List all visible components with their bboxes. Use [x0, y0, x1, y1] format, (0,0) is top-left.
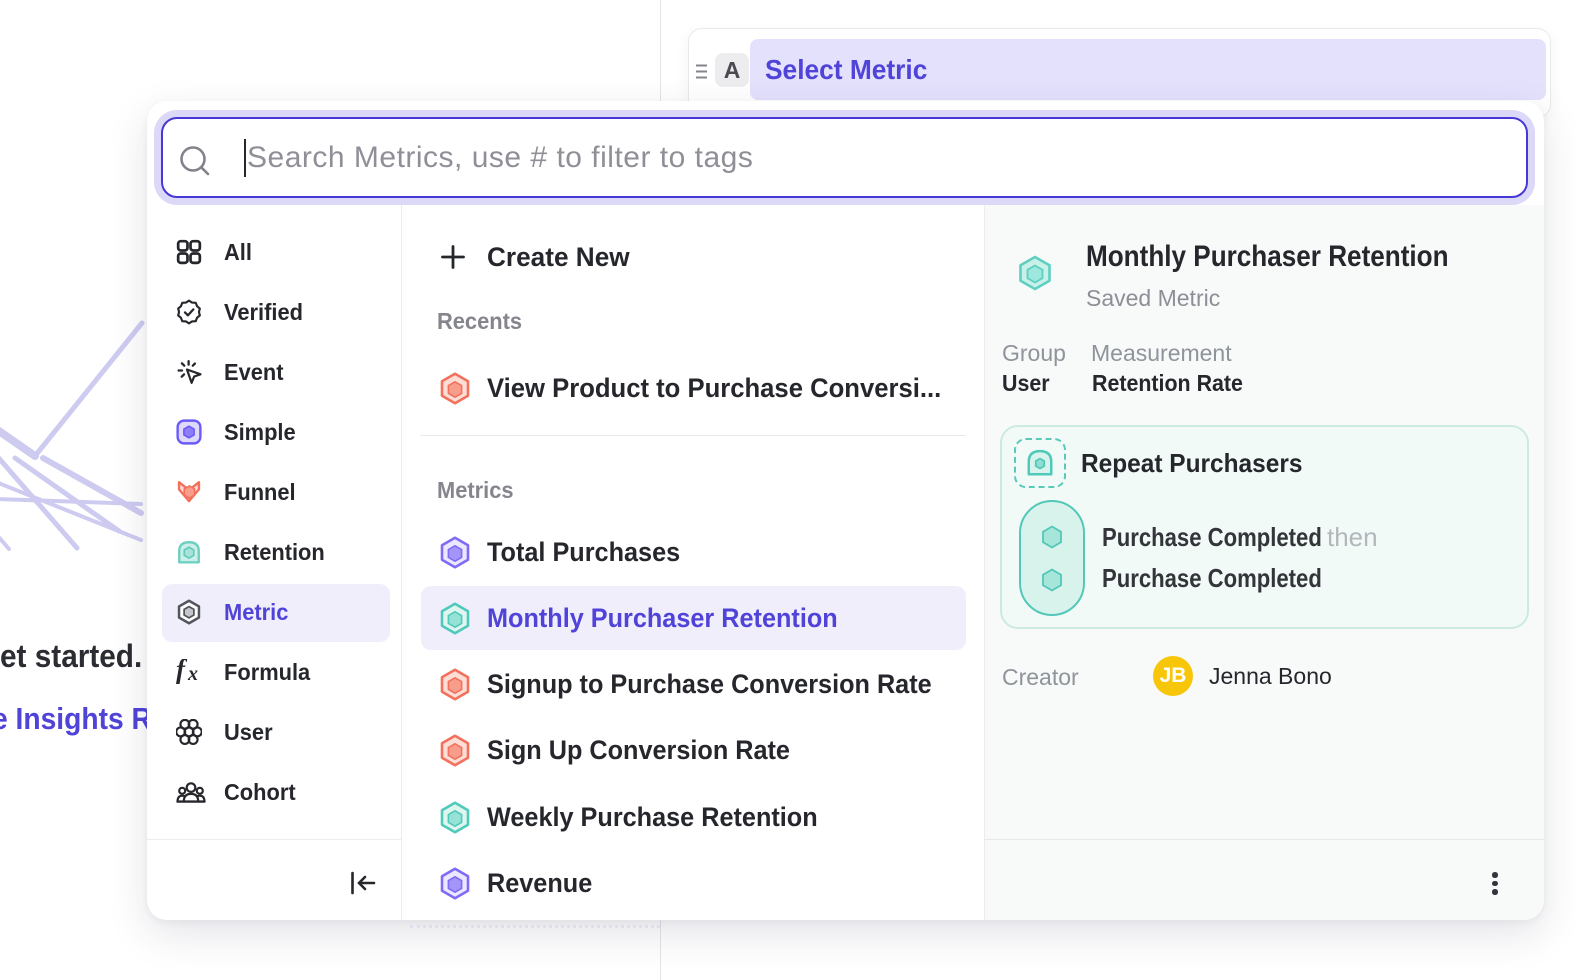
svg-text:f: f	[176, 659, 188, 684]
svg-text:x: x	[187, 663, 198, 685]
